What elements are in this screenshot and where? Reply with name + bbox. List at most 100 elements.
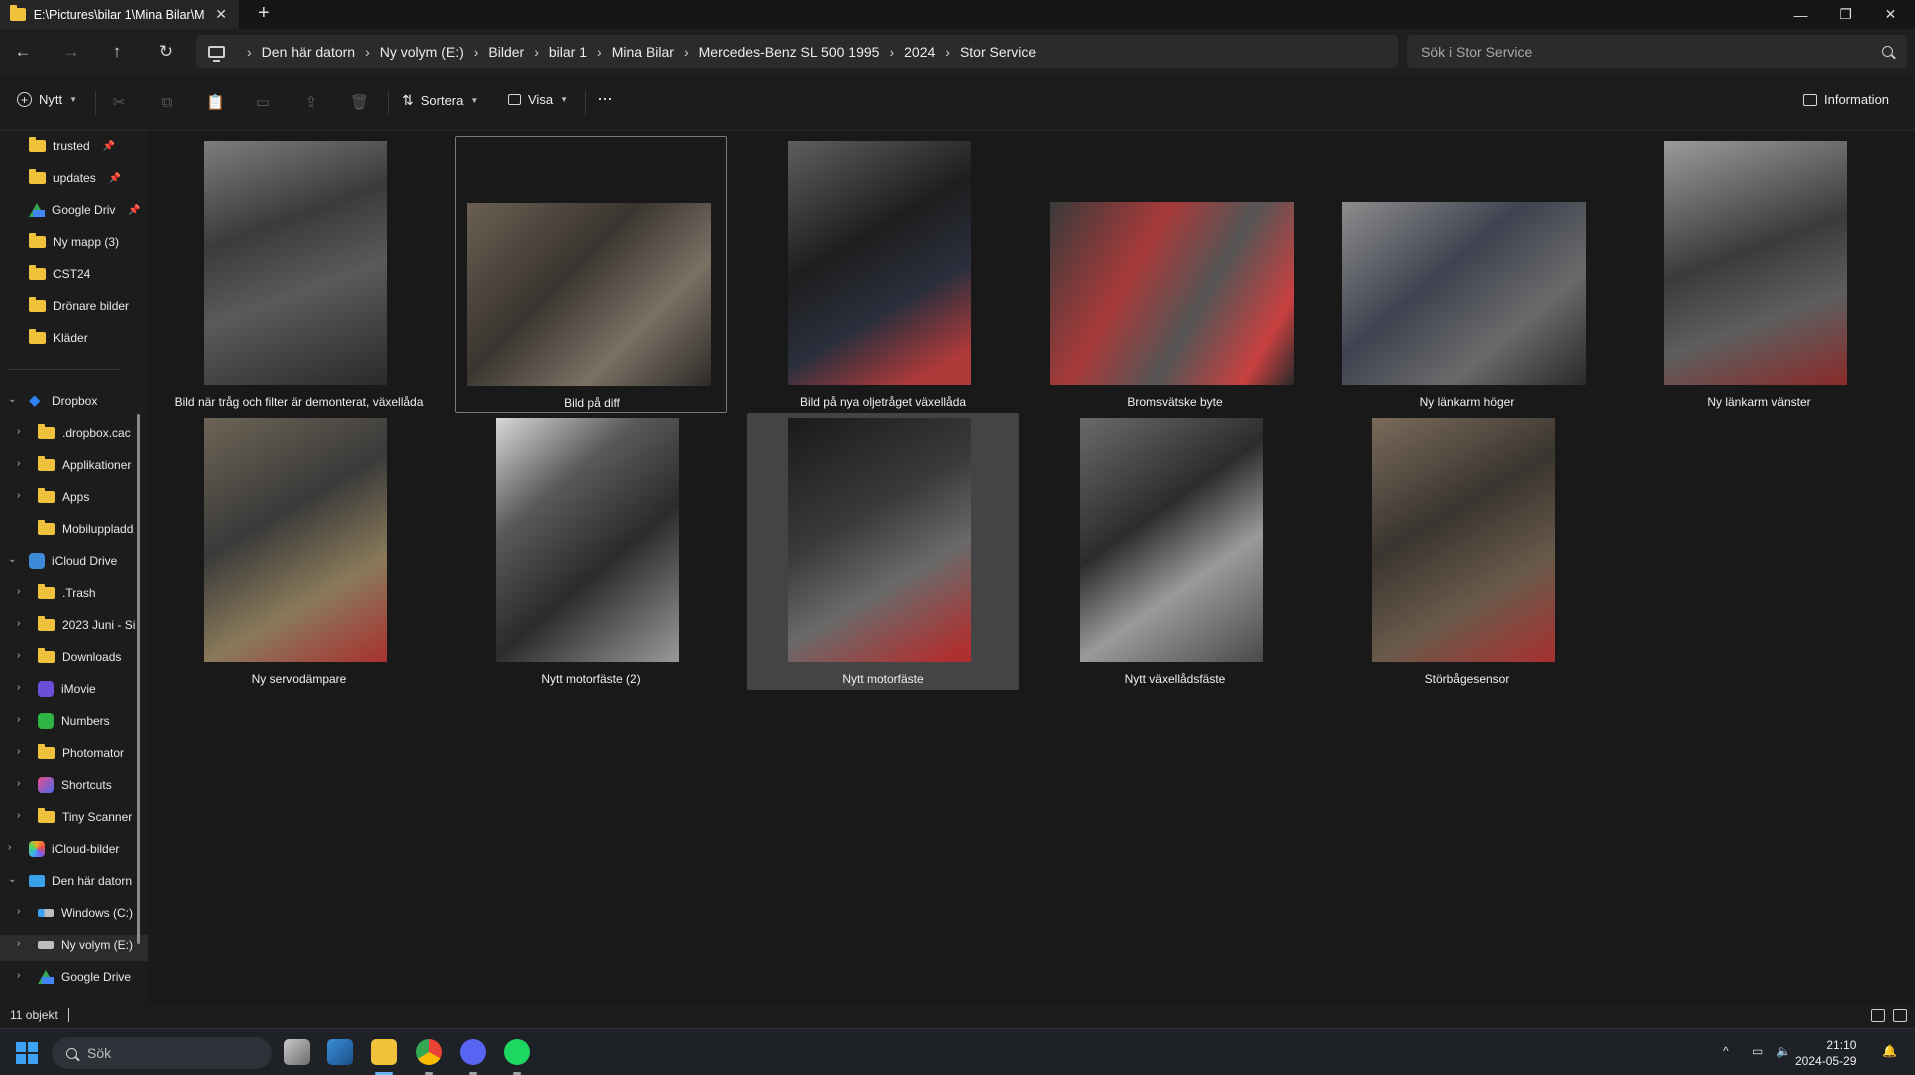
back-button[interactable]: ← <box>10 40 36 64</box>
clock[interactable]: 21:10 2024-05-29 <box>1795 1037 1856 1069</box>
breadcrumb-separator-icon[interactable]: › <box>597 44 602 60</box>
chevron-right-icon[interactable]: › <box>17 490 20 501</box>
sidebar-tree-item[interactable]: Windows (C:) <box>38 900 133 926</box>
chevron-right-icon[interactable]: › <box>17 778 20 789</box>
sidebar-tree-item[interactable]: Tiny Scanner <box>38 804 132 830</box>
share-icon[interactable]: ⇪ <box>302 94 320 112</box>
chrome-icon[interactable] <box>416 1039 442 1065</box>
breadcrumb-item[interactable]: Bilder <box>488 44 524 60</box>
breadcrumb-separator-icon[interactable]: › <box>247 44 252 60</box>
sidebar-tree-item[interactable]: Downloads <box>38 644 121 670</box>
quick-access-item[interactable]: updates 📌 <box>29 165 121 191</box>
file-tile[interactable]: Störbågesensor <box>1331 413 1603 690</box>
file-tile[interactable]: Bild på nya oljetråget växellåda <box>747 136 1019 413</box>
chevron-right-icon[interactable]: › <box>17 650 20 661</box>
file-tile[interactable]: Bromsvätske byte <box>1039 136 1311 413</box>
file-tile[interactable]: Bild när tråg och filter är demonterat, … <box>163 136 435 413</box>
sidebar-tree-item[interactable]: iCloud-bilder <box>29 836 119 862</box>
file-tile[interactable]: Ny servodämpare <box>163 413 435 690</box>
volume-icon[interactable]: 🔈 <box>1776 1044 1791 1058</box>
chevron-right-icon[interactable]: › <box>17 586 20 597</box>
taskbar-search[interactable]: Sök <box>52 1037 272 1069</box>
sidebar-tree-item[interactable]: .Trash <box>38 580 96 606</box>
sidebar-tree-item[interactable]: Apps <box>38 484 89 510</box>
cut-icon[interactable]: ✂ <box>110 94 128 112</box>
search-input[interactable]: Sök i Stor Service <box>1421 44 1532 60</box>
new-tab-button[interactable]: + <box>258 2 270 25</box>
chevron-right-icon[interactable]: › <box>8 842 11 853</box>
chevron-down-icon[interactable]: ⌄ <box>8 874 16 885</box>
address-bar[interactable]: › Den här datorn › Ny volym (E:) › Bilder › bil… <box>196 35 1398 68</box>
chevron-down-icon[interactable]: ⌄ <box>8 554 16 565</box>
search-box[interactable]: Sök i Stor Service <box>1407 35 1907 68</box>
discord-icon[interactable] <box>460 1039 486 1065</box>
chevron-right-icon[interactable]: › <box>17 618 20 629</box>
sidebar-tree-item[interactable]: Den här datorn <box>29 868 132 894</box>
breadcrumb-separator-icon[interactable]: › <box>474 44 479 60</box>
file-explorer-icon[interactable] <box>371 1039 397 1065</box>
network-icon[interactable]: ▭ <box>1752 1044 1763 1058</box>
forward-button[interactable]: → <box>58 40 84 64</box>
sort-button[interactable]: ⇅ Sortera ▼ <box>402 92 478 109</box>
chevron-right-icon[interactable]: › <box>17 746 20 757</box>
chevron-down-icon[interactable]: ⌄ <box>8 394 16 405</box>
sidebar-tree-item[interactable]: .dropbox.cac <box>38 420 131 446</box>
tab-close-icon[interactable]: ✕ <box>213 6 229 23</box>
more-options-button[interactable]: ··· <box>597 88 613 109</box>
sidebar-tree-item[interactable]: ◆ Dropbox <box>29 388 97 414</box>
sidebar-tree-item[interactable]: Photomator <box>38 740 124 766</box>
breadcrumb-separator-icon[interactable]: › <box>365 44 370 60</box>
copy-icon[interactable]: ⧉ <box>158 94 176 112</box>
explorer-tab[interactable]: E:\Pictures\bilar 1\Mina Bilar\M ✕ <box>0 0 239 29</box>
spotify-icon[interactable] <box>504 1039 530 1065</box>
start-button[interactable] <box>16 1042 38 1064</box>
breadcrumb-separator-icon[interactable]: › <box>889 44 894 60</box>
chevron-right-icon[interactable]: › <box>17 906 20 917</box>
file-tile[interactable]: Nytt motorfäste (2) <box>455 413 727 690</box>
chevron-right-icon[interactable]: › <box>17 938 20 949</box>
rename-icon[interactable]: ▭ <box>254 94 272 112</box>
up-button[interactable]: ↑ <box>104 40 130 64</box>
breadcrumb-item[interactable]: Mina Bilar <box>612 44 674 60</box>
sidebar-tree-item[interactable]: iMovie <box>38 676 96 702</box>
large-icons-view-icon[interactable] <box>1893 1009 1907 1022</box>
breadcrumb-item[interactable]: bilar 1 <box>549 44 587 60</box>
chevron-right-icon[interactable]: › <box>17 970 20 981</box>
chevron-right-icon[interactable]: › <box>17 426 20 437</box>
quick-access-item[interactable]: Kläder <box>29 325 88 351</box>
breadcrumb-separator-icon[interactable]: › <box>534 44 539 60</box>
refresh-button[interactable]: ↻ <box>153 40 179 64</box>
file-tile[interactable]: Bild på diff <box>455 136 727 413</box>
sidebar-tree-item[interactable]: Shortcuts <box>38 772 112 798</box>
sidebar-tree-item[interactable]: Mobiluppladd <box>38 516 133 542</box>
file-tile[interactable]: Nytt växellådsfäste <box>1039 413 1311 690</box>
chevron-right-icon[interactable]: › <box>17 810 20 821</box>
file-tile[interactable]: Ny länkarm höger <box>1331 136 1603 413</box>
breadcrumb-item[interactable]: 2024 <box>904 44 935 60</box>
paste-icon[interactable]: 📋 <box>206 94 225 112</box>
show-hidden-icons-chevron[interactable]: ^ <box>1723 1044 1729 1058</box>
sidebar-tree-item[interactable]: 2023 Juni - Si <box>38 612 135 638</box>
quick-access-item[interactable]: CST24 <box>29 261 90 287</box>
file-tile[interactable]: Ny länkarm vänster <box>1623 136 1895 413</box>
minimize-button[interactable]: — <box>1778 0 1823 29</box>
quick-access-item[interactable]: Ny mapp (3) <box>29 229 119 255</box>
quick-access-item[interactable]: trusted 📌 <box>29 133 115 159</box>
quick-access-item[interactable]: Google Driv 📌 <box>29 197 141 223</box>
sidebar-tree-item[interactable]: Applikationer <box>38 452 131 478</box>
breadcrumb-item[interactable]: Stor Service <box>960 44 1036 60</box>
chevron-right-icon[interactable]: › <box>17 458 20 469</box>
breadcrumb-item[interactable]: Mercedes-Benz SL 500 1995 <box>699 44 880 60</box>
details-pane-button[interactable]: Information <box>1803 92 1889 107</box>
file-tile[interactable]: Nytt motorfäste <box>747 413 1019 690</box>
quick-access-item[interactable]: Drönare bilder <box>29 293 129 319</box>
breadcrumb-item[interactable]: Ny volym (E:) <box>380 44 464 60</box>
chevron-right-icon[interactable]: › <box>17 714 20 725</box>
sidebar-scrollbar[interactable] <box>137 414 140 944</box>
view-button[interactable]: Visa ▼ <box>508 92 568 107</box>
notification-bell-icon[interactable]: 🔔 <box>1882 1044 1897 1058</box>
maximize-button[interactable]: ❐ <box>1823 0 1868 29</box>
sidebar-tree-item[interactable]: Ny volym (E:) <box>38 932 133 958</box>
chevron-right-icon[interactable]: › <box>17 682 20 693</box>
sidebar-tree-item[interactable]: iCloud Drive <box>29 548 117 574</box>
